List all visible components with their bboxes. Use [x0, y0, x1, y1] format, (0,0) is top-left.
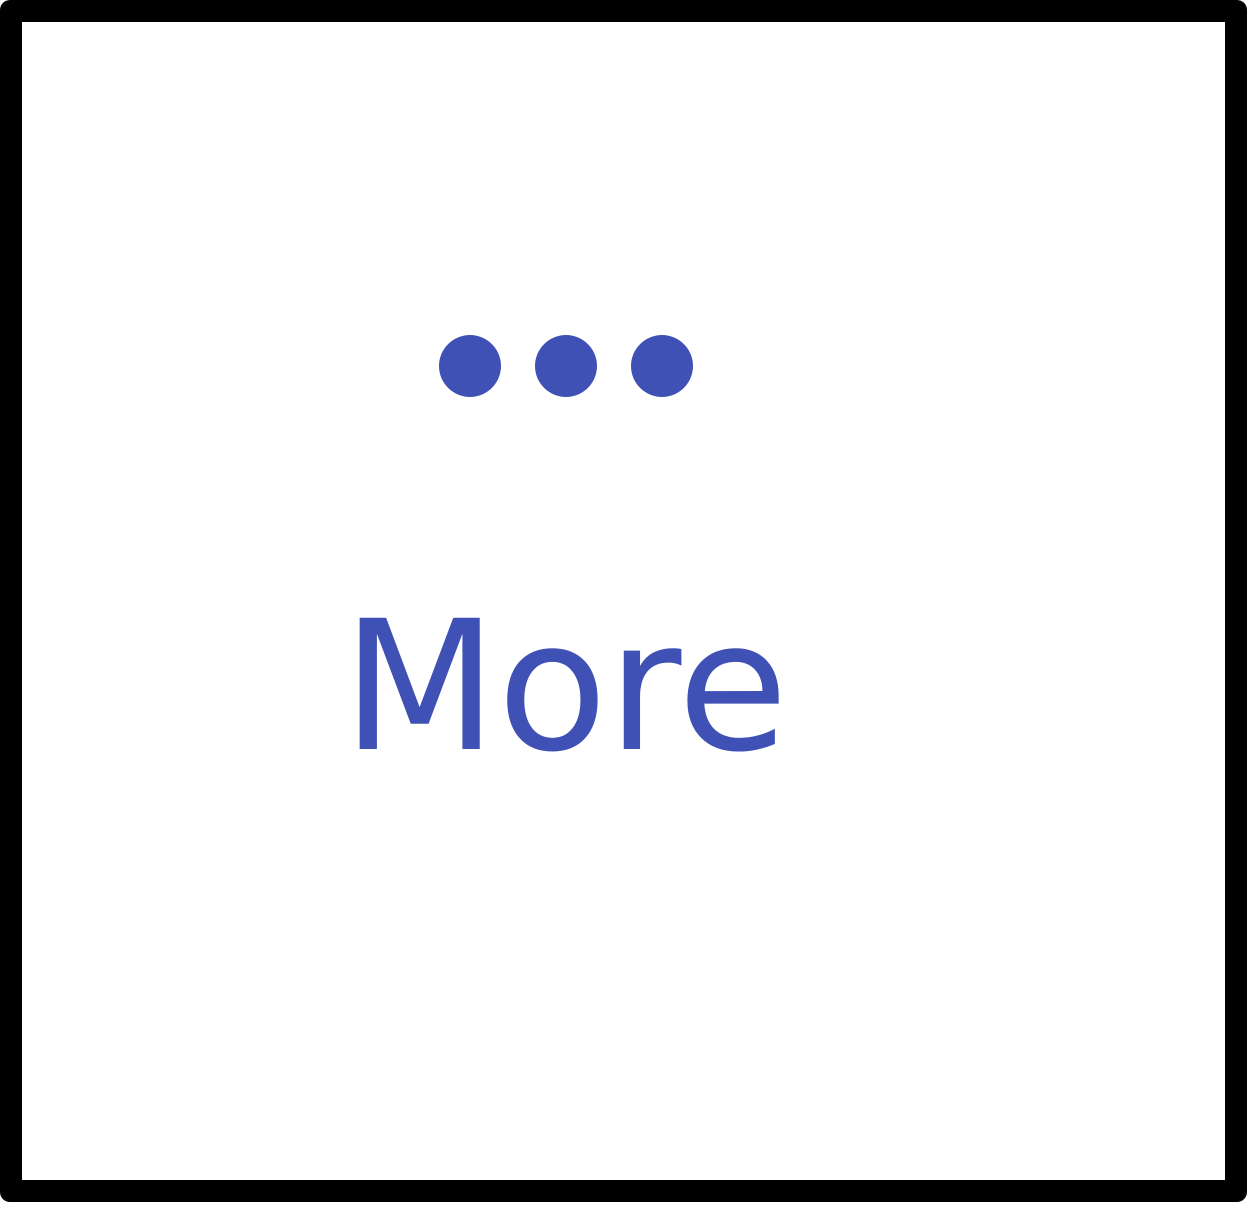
ellipsis-horizontal-icon — [439, 335, 693, 397]
more-button[interactable]: More — [322, 312, 822, 832]
more-label: More — [342, 583, 789, 792]
dot — [535, 335, 597, 397]
dot — [439, 335, 501, 397]
dot — [631, 335, 693, 397]
button-frame: More — [0, 0, 1247, 1202]
